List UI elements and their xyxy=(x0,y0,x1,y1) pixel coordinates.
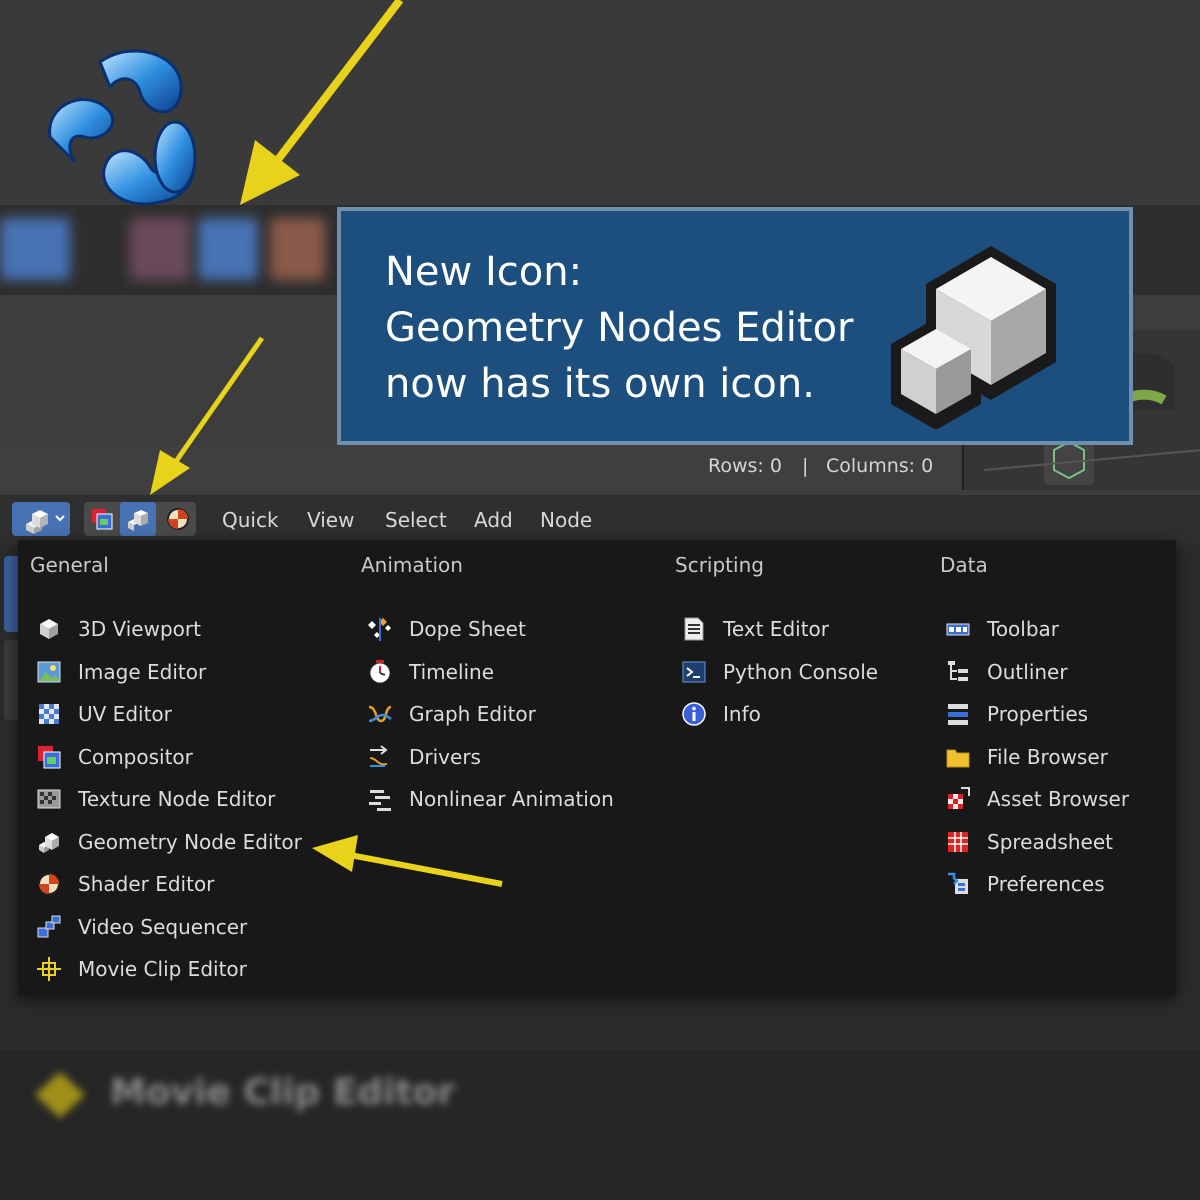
arrow-top xyxy=(240,0,404,205)
arrow-annotations xyxy=(150,0,503,887)
arrow-middle xyxy=(150,336,265,495)
arrow-pointing-geometry-node-editor xyxy=(312,835,503,887)
